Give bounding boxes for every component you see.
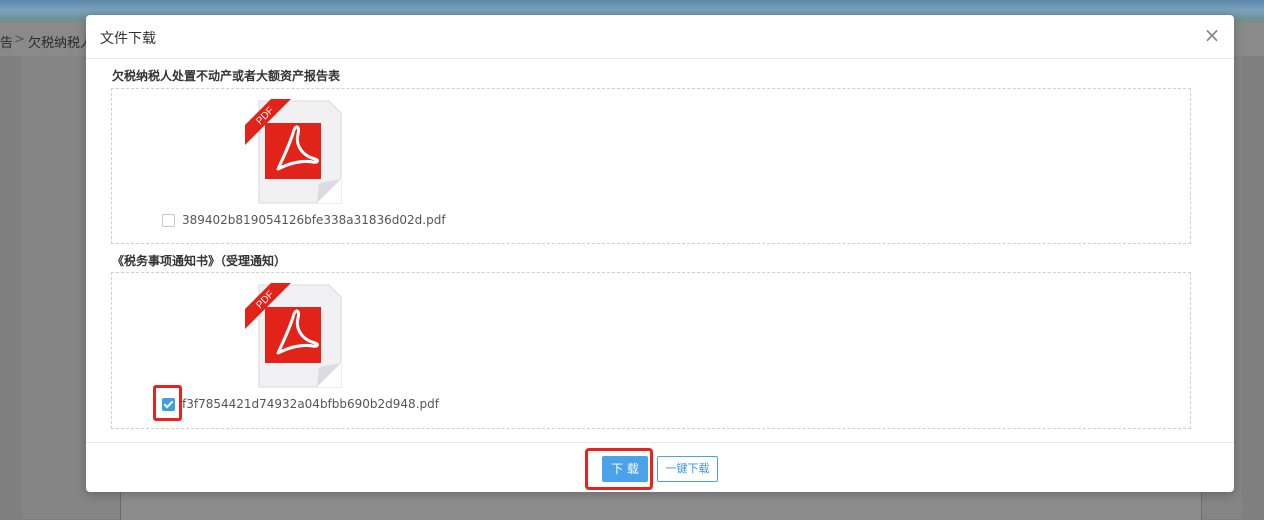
section-title-notice: 《税务事项通知书》（受理通知） bbox=[112, 254, 287, 268]
section-title-report: 欠税纳税人处置不动产或者大额资产报告表 bbox=[112, 69, 341, 83]
download-button[interactable]: 下 载 bbox=[602, 456, 648, 482]
dialog-title: 文件下载 bbox=[100, 31, 156, 47]
file-name-report: 389402b819054126bfe338a31836d02d.pdf bbox=[182, 213, 446, 227]
dialog-header: 文件下载 × bbox=[86, 15, 1234, 59]
file-checkbox-report[interactable] bbox=[162, 214, 175, 227]
pdf-file-icon: PDF bbox=[245, 99, 342, 204]
pdf-file-icon: PDF bbox=[245, 283, 342, 388]
breadcrumb-separator: > bbox=[14, 32, 25, 47]
file-download-dialog: 文件下载 × 欠税纳税人处置不动产或者大额资产报告表 PDF 389402b81… bbox=[86, 15, 1234, 492]
download-all-button[interactable]: 一键下载 bbox=[657, 456, 718, 482]
checkbox-highlight-box bbox=[153, 385, 182, 421]
file-box-report: PDF 389402b819054126bfe338a31836d02d.pdf bbox=[111, 88, 1191, 244]
file-box-notice: PDF f3f7854421d74932a04bfbb690b2d948.pdf bbox=[111, 272, 1191, 429]
file-name-notice: f3f7854421d74932a04bfbb690b2d948.pdf bbox=[182, 397, 439, 411]
breadcrumb-item-current: 欠税纳税人 bbox=[28, 36, 94, 51]
breadcrumb-item-prev[interactable]: 告 bbox=[0, 32, 13, 51]
close-icon[interactable]: × bbox=[1202, 24, 1222, 46]
dialog-footer: 下 载 一键下载 bbox=[86, 442, 1234, 493]
